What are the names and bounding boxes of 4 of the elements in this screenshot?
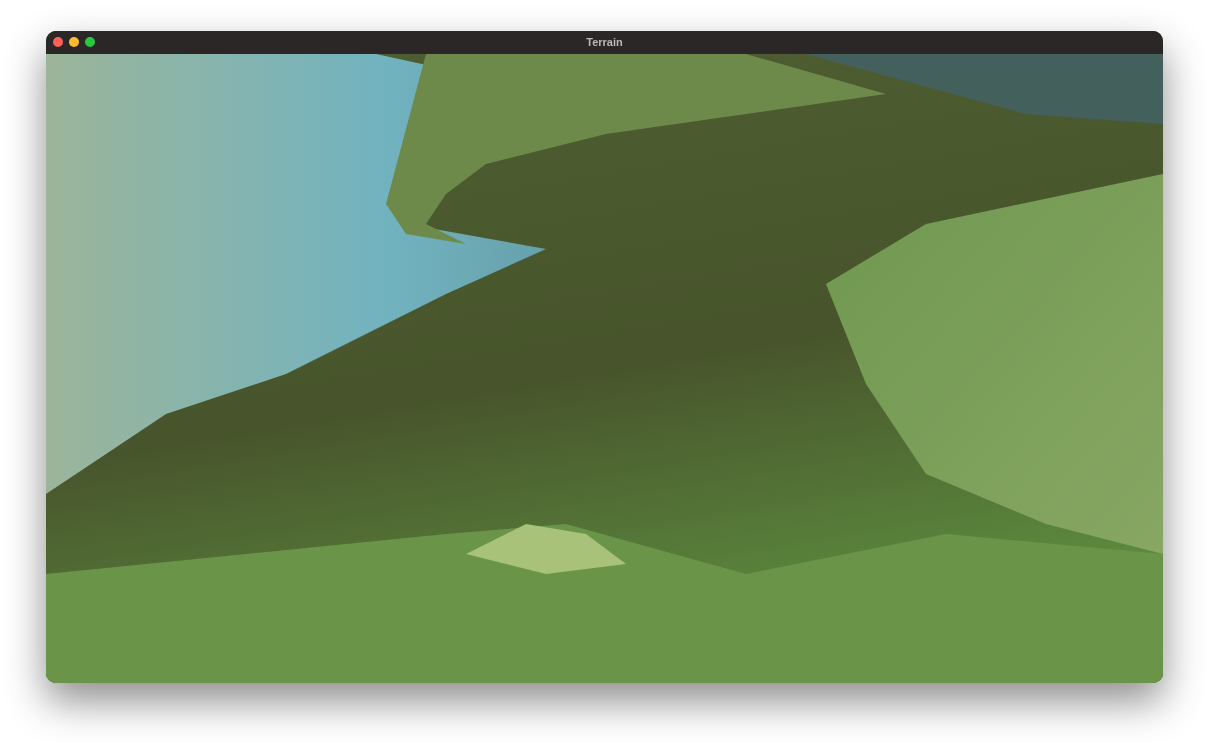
close-button[interactable] — [53, 37, 63, 47]
window-title: Terrain — [586, 35, 623, 51]
minimize-button[interactable] — [69, 37, 79, 47]
zoom-button[interactable] — [85, 37, 95, 47]
